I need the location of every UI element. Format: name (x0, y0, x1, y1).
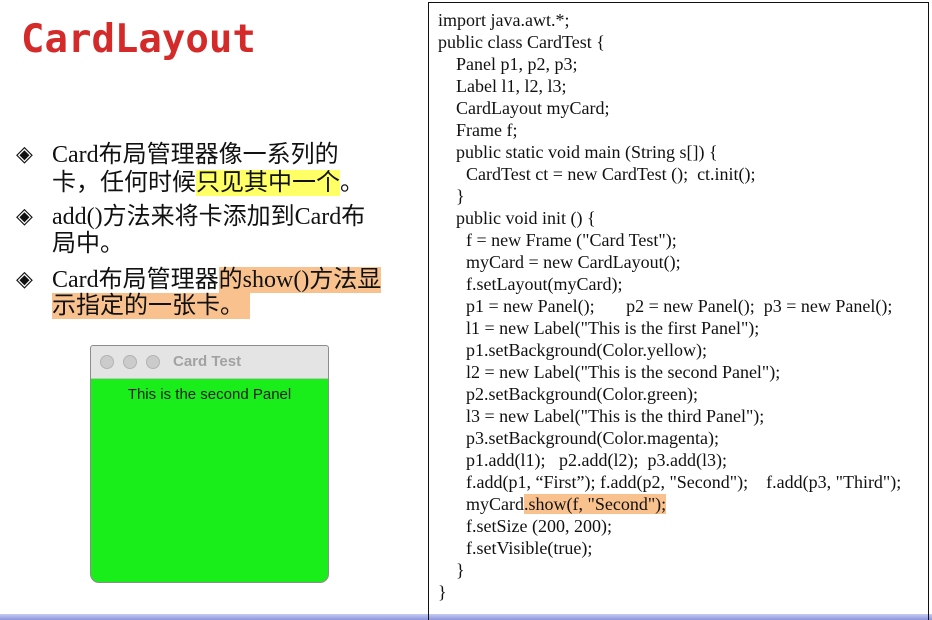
code-line: l1 = new Label("This is the first Panel"… (466, 318, 760, 338)
bullet-item: ◈ Card布局管理器的show()方法显 示指定的一张卡。 (16, 266, 416, 326)
code-line: p1 = new Panel(); p2 = new Panel(); p3 =… (466, 296, 893, 316)
bullet-line: Card布局管理器像一系列的 (52, 141, 339, 169)
code-line: CardTest ct = new CardTest (); ct.init()… (466, 164, 756, 184)
code-text: myCard (466, 494, 524, 514)
code-line: public static void main (String s[]) { (456, 142, 718, 162)
code-line: public class CardTest { (438, 32, 605, 52)
code-line: f.setLayout(myCard); (466, 274, 623, 294)
bullet-text: Card布局管理器像一系列的 (52, 142, 339, 168)
bullet-line: add()方法来将卡添加到Card布 (52, 203, 365, 231)
bullet-line: 局中。 (52, 230, 124, 258)
code-line: public void init () { (456, 208, 596, 228)
diamond-bullet-icon: ◈ (16, 142, 33, 167)
code-line: p3.setBackground(Color.magenta); (466, 428, 719, 448)
code-line: f.setSize (200, 200); (466, 516, 612, 536)
bullet-item: ◈ add()方法来将卡添加到Card布 局中。 (16, 203, 416, 263)
highlighted-text: 只见其中一个 (196, 170, 340, 196)
bullet-text: add()方法来将卡添加到Card布 (52, 204, 366, 230)
code-line: f = new Frame ("Card Test"); (466, 230, 677, 250)
code-line: p1.add(l1); p2.add(l2); p3.add(l3); (466, 450, 727, 470)
bullet-line: 卡，任何时候只见其中一个。 (52, 169, 364, 197)
code-line: p2.setBackground(Color.green); (466, 384, 698, 404)
code-line: } (456, 186, 465, 206)
code-line: f.setVisible(true); (466, 538, 593, 558)
code-line: l2 = new Label("This is the second Panel… (466, 362, 781, 382)
code-line: l3 = new Label("This is the third Panel"… (466, 406, 765, 426)
code-line: Frame f; (456, 120, 518, 140)
bullet-item: ◈ Card布局管理器像一系列的 卡，任何时候只见其中一个。 (16, 141, 416, 201)
highlighted-text: 的show()方法显 (218, 267, 382, 293)
code-line: Label l1, l2, l3; (456, 76, 567, 96)
bullet-text: 局中。 (52, 231, 124, 257)
panel-label: This is the second Panel (127, 386, 292, 403)
card-test-window: Card Test This is the second Panel (90, 345, 329, 583)
code-line: p1.setBackground(Color.yellow); (466, 340, 707, 360)
highlighted-text: 示指定的一张卡。 (52, 293, 250, 319)
diamond-bullet-icon: ◈ (16, 267, 33, 292)
slide-title: CardLayout (21, 17, 256, 62)
diamond-bullet-icon: ◈ (16, 204, 33, 229)
bullet-line: Card布局管理器的show()方法显 (52, 266, 382, 294)
code-line: myCard = new CardLayout(); (466, 252, 681, 272)
minimize-icon (123, 355, 137, 369)
window-title-bar: Card Test (91, 346, 328, 379)
code-line: Panel p1, p2, p3; (456, 54, 578, 74)
zoom-icon (146, 355, 160, 369)
code-listing: import java.awt.*; public class CardTest… (438, 9, 901, 603)
code-line: CardLayout myCard; (456, 98, 610, 118)
window-title: Card Test (173, 353, 242, 370)
close-icon (100, 355, 114, 369)
bullet-text: 。 (340, 170, 364, 196)
bullet-text: 卡，任何时候 (52, 170, 196, 196)
code-line: f.add(p1, “First”); f.add(p2, "Second");… (466, 472, 902, 492)
code-line: myCard.show(f, "Second"); (438, 493, 901, 515)
highlighted-code: .show(f, "Second"); (524, 494, 667, 514)
code-line: } (456, 560, 465, 580)
bullet-line: 示指定的一张卡。 (52, 292, 250, 320)
code-line: import java.awt.*; (438, 10, 570, 30)
bullet-text: Card布局管理器 (52, 267, 219, 293)
code-line: } (438, 582, 447, 602)
